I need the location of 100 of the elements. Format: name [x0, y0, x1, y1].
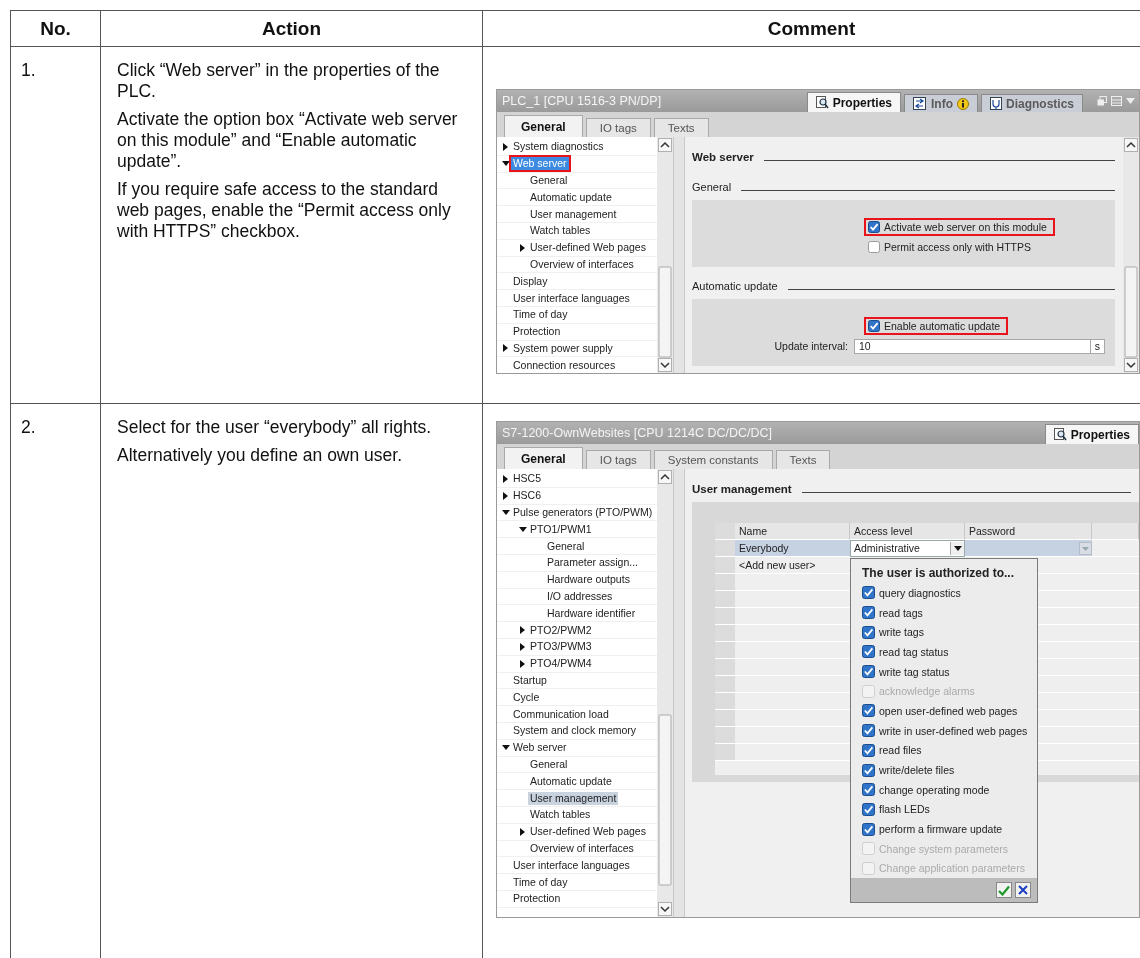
checkbox[interactable] [862, 822, 875, 836]
checkbox[interactable] [862, 625, 875, 639]
tree-item[interactable]: HSC6 [511, 489, 543, 503]
checkbox[interactable] [862, 704, 875, 718]
checkbox-option[interactable]: write tag status [862, 665, 950, 679]
checkbox-option[interactable]: Enable automatic update [864, 317, 1009, 335]
checkbox[interactable] [862, 606, 875, 620]
tree-item[interactable]: System and clock memory [511, 724, 639, 738]
checkbox[interactable] [868, 320, 880, 332]
tree-item[interactable]: Automatic update [528, 774, 614, 788]
input-field[interactable]: 10 s [854, 338, 1105, 354]
tree-item[interactable]: Display [511, 274, 550, 288]
caret-right-icon[interactable] [503, 142, 508, 151]
tree-item[interactable]: Watch tables [528, 224, 593, 238]
tree-item[interactable]: Parameter assign... [545, 556, 641, 570]
caret-down-icon[interactable] [501, 161, 510, 167]
tree-item[interactable]: Watch tables [528, 808, 593, 822]
tab[interactable]: Texts [653, 118, 709, 137]
tab[interactable]: IO tags [585, 450, 651, 469]
tree-item[interactable]: General [528, 174, 570, 187]
confirm-button[interactable] [996, 882, 1012, 898]
tree-item[interactable]: PTO4/PWM4 [528, 657, 594, 671]
checkbox-option[interactable]: perform a firmware update [862, 822, 1003, 836]
tree-item[interactable]: Time of day [511, 875, 570, 889]
tree-item[interactable]: System power supply [511, 341, 615, 355]
checkbox-option[interactable]: flash LEDs [862, 802, 930, 816]
tree-item[interactable]: Protection [511, 892, 563, 906]
caret-down-icon[interactable] [501, 510, 510, 515]
checkbox[interactable] [862, 724, 875, 738]
checkbox[interactable] [862, 743, 875, 757]
tree-item[interactable]: User interface languages [511, 291, 632, 305]
checkbox-option[interactable]: Activate web server on this module [864, 218, 1055, 236]
caret-right-icon[interactable] [520, 827, 525, 836]
tree-item[interactable]: Cycle [511, 690, 542, 704]
tree-item[interactable]: User-defined Web pages [528, 241, 648, 255]
tab[interactable]: General [504, 447, 583, 469]
tree-item[interactable]: User management [528, 207, 619, 221]
vertical-scrollbar[interactable] [657, 137, 673, 373]
vertical-scrollbar[interactable] [657, 469, 673, 917]
tree-item[interactable]: General [528, 757, 570, 771]
tree-item[interactable]: User management [528, 791, 619, 805]
checkbox-option[interactable]: query diagnostics [862, 586, 961, 600]
tree-item[interactable]: PTO2/PWM2 [528, 623, 594, 637]
caret-down-icon[interactable] [518, 526, 527, 532]
caret-right-icon[interactable] [503, 491, 508, 500]
checkbox[interactable] [868, 221, 880, 233]
inspector-tab[interactable]: Properties [1044, 424, 1139, 444]
tree-item[interactable]: Pulse generators (PTO/PWM) [511, 506, 655, 519]
checkbox-option[interactable]: read files [862, 743, 922, 757]
checkbox-option[interactable]: write tags [862, 625, 924, 639]
tree-item[interactable]: Automatic update [528, 190, 614, 204]
checkbox-option[interactable]: write in user-defined web pages [862, 724, 1028, 738]
inspector-tab[interactable]: Info [904, 94, 978, 112]
caret-right-icon[interactable] [520, 659, 525, 668]
cancel-button[interactable] [1015, 882, 1031, 898]
tree-item[interactable]: User interface languages [511, 858, 632, 872]
tab[interactable]: IO tags [585, 118, 651, 137]
tree-item[interactable]: Hardware outputs [545, 573, 632, 587]
tree-item[interactable]: Communication load [511, 707, 611, 721]
tree-item[interactable]: Hardware identifier [545, 606, 638, 620]
tree-item[interactable]: System diagnostics [511, 140, 606, 154]
caret-right-icon[interactable] [503, 474, 508, 483]
checkbox[interactable] [862, 763, 875, 777]
tab[interactable]: General [504, 115, 583, 137]
caret-right-icon[interactable] [520, 642, 525, 651]
tab[interactable]: System constants [653, 450, 773, 469]
checkbox[interactable] [868, 241, 880, 253]
checkbox[interactable] [862, 783, 875, 797]
checkbox[interactable] [862, 802, 875, 816]
checkbox[interactable] [862, 665, 875, 679]
checkbox-option[interactable]: write/delete files [862, 763, 955, 777]
table-cell[interactable]: Everybody [735, 540, 850, 557]
caret-right-icon[interactable] [503, 344, 508, 353]
tree-item[interactable]: PTO1/PWM1 [528, 522, 594, 536]
tree-item[interactable]: General [545, 539, 587, 553]
tab[interactable]: Texts [775, 450, 831, 469]
vertical-scrollbar[interactable] [1123, 137, 1139, 373]
checkbox-option[interactable]: Permit access only with HTTPS [864, 238, 1040, 256]
tree-item[interactable]: Time of day [511, 308, 570, 322]
checkbox[interactable] [862, 586, 875, 600]
checkbox-option[interactable]: change operating mode [862, 783, 990, 797]
inspector-tab[interactable]: Diagnostics [981, 94, 1083, 112]
checkbox-option[interactable]: read tags [862, 606, 923, 620]
tree-item[interactable]: Web server [511, 157, 569, 171]
caret-right-icon[interactable] [520, 626, 525, 635]
checkbox[interactable] [862, 645, 875, 659]
tree-item[interactable]: Overview of interfaces [528, 841, 636, 855]
tree-item[interactable]: I/O addresses [545, 589, 615, 603]
checkbox-option[interactable]: read tag status [862, 645, 949, 659]
inspector-tab[interactable]: Properties [806, 92, 901, 112]
tree-item[interactable]: Protection [511, 325, 563, 339]
tree-item[interactable]: Web server [511, 741, 569, 755]
tree-item[interactable]: User-defined Web pages [528, 825, 648, 839]
tree-item[interactable]: Startup [511, 673, 549, 687]
tree-item[interactable]: PTO3/PWM3 [528, 640, 594, 654]
tree-item[interactable]: HSC5 [511, 472, 543, 486]
checkbox-option[interactable]: open user-defined web pages [862, 704, 1018, 718]
tree-item[interactable]: Connection resources [511, 358, 618, 372]
caret-down-icon[interactable] [501, 745, 510, 751]
caret-right-icon[interactable] [520, 243, 525, 252]
